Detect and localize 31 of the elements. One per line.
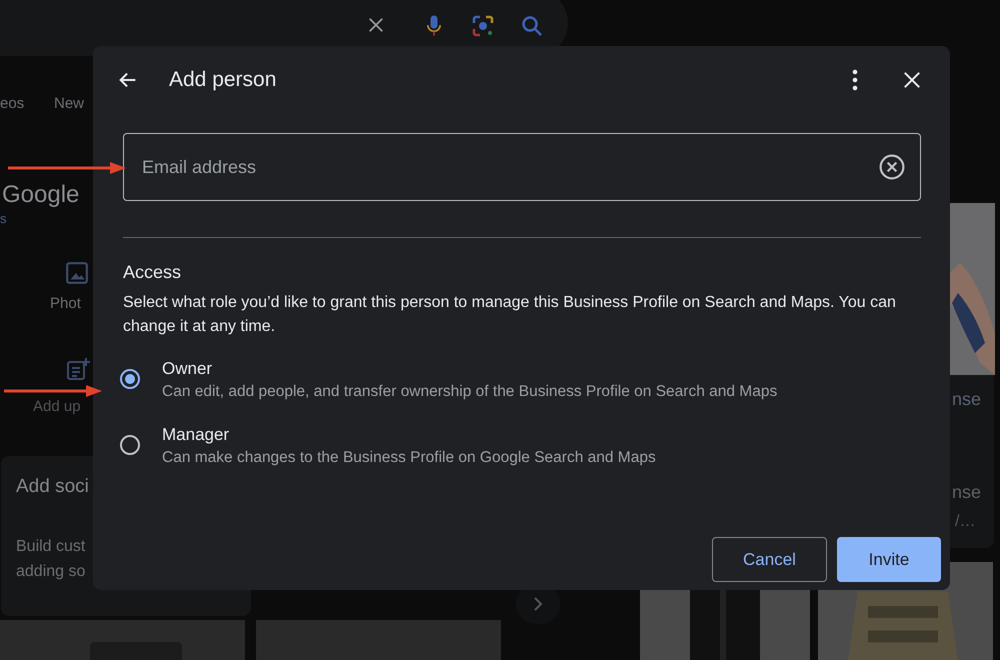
tab-label[interactable]: New — [54, 95, 84, 112]
section-heading: Access — [123, 262, 182, 283]
card-text: adding so — [16, 563, 86, 581]
link[interactable]: s — [0, 211, 6, 226]
action-label[interactable]: Phot — [50, 295, 81, 312]
invite-button[interactable]: Invite — [837, 537, 941, 582]
email-field[interactable]: Email address — [123, 133, 921, 201]
close-icon[interactable] — [367, 16, 385, 34]
card-text: Build cust — [16, 538, 86, 556]
role-label: Manager — [162, 425, 230, 445]
search-icon[interactable] — [520, 14, 544, 38]
radio-button[interactable] — [120, 435, 140, 455]
role-description: Can make changes to the Business Profile on Google Search and Maps — [162, 449, 656, 467]
radio-button[interactable] — [120, 369, 140, 389]
role-label: Owner — [162, 359, 214, 379]
card-title: nse — [952, 389, 982, 410]
dialog-title: Add person — [169, 68, 278, 92]
card-text: /… — [955, 513, 976, 531]
access-description: Select what role you’d like to grant this person to manage this Business Profile on Search and Maps. You can change it at any time. — [123, 293, 897, 337]
chevron-right-icon — [533, 596, 543, 612]
role-description: Can edit, add people, and transfer ownership of the Business Profile on Search and Maps — [162, 383, 778, 401]
camera-icon[interactable] — [471, 14, 495, 38]
card-title: Add soci — [16, 476, 89, 498]
microphone-icon[interactable] — [427, 14, 441, 38]
card-title: nse — [952, 482, 982, 503]
action-label[interactable]: Add up — [33, 398, 81, 415]
business-title: Google — [2, 181, 80, 209]
tab-label[interactable]: eos — [0, 95, 24, 112]
cancel-button[interactable]: Cancel — [712, 537, 827, 582]
more-options-icon[interactable] — [851, 69, 859, 91]
clear-icon[interactable] — [879, 154, 905, 180]
